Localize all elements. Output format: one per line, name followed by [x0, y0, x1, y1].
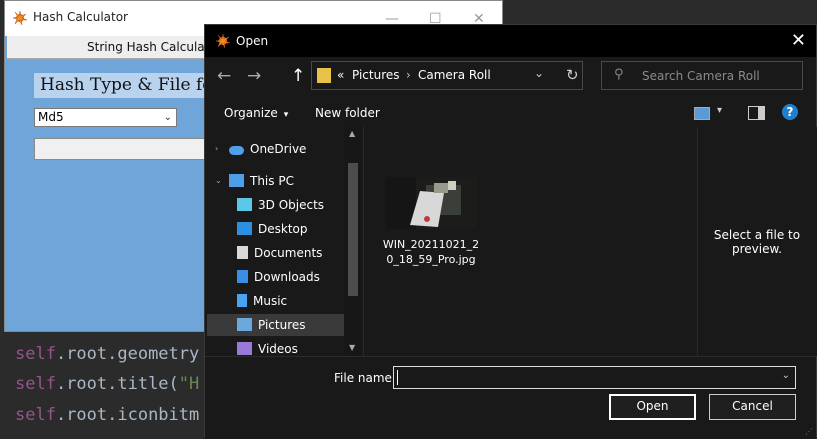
- scroll-down-icon[interactable]: ▼: [349, 343, 355, 352]
- file-path-input[interactable]: [34, 138, 214, 160]
- open-button[interactable]: Open: [609, 394, 696, 420]
- 3d-objects-icon: [237, 198, 252, 211]
- app-feather-icon: [215, 33, 231, 49]
- expand-chevron-icon[interactable]: ⌄: [215, 176, 222, 185]
- new-folder-button[interactable]: New folder: [315, 106, 380, 120]
- code-line: self.root.iconbitm: [15, 405, 200, 425]
- image-thumbnail: [386, 177, 477, 229]
- resize-grip-icon[interactable]: ⋰: [805, 427, 813, 436]
- organize-button[interactable]: Organize ▾: [224, 106, 288, 120]
- refresh-icon[interactable]: ↻: [566, 66, 579, 84]
- hash-window-title: Hash Calculator: [33, 10, 128, 24]
- videos-icon: [237, 342, 252, 355]
- chevron-down-icon[interactable]: ⌄: [782, 370, 790, 381]
- scroll-up-icon[interactable]: ▲: [349, 129, 355, 138]
- breadcrumb-pictures[interactable]: Pictures: [352, 68, 400, 82]
- breadcrumb-camera-roll[interactable]: Camera Roll: [418, 68, 491, 82]
- nav-item-videos[interactable]: Videos: [237, 338, 298, 356]
- caret-down-icon[interactable]: ▾: [717, 105, 722, 116]
- nav-item-this-pc[interactable]: This PC: [229, 170, 294, 192]
- pictures-icon: [237, 318, 252, 331]
- code-line: self.root.title("H: [15, 374, 200, 394]
- this-pc-icon: [229, 174, 244, 187]
- up-arrow-icon[interactable]: ↑: [291, 66, 305, 86]
- dialog-title: Open: [236, 34, 269, 48]
- dialog-footer: File name: ⌄ Open Cancel ⋰: [205, 356, 816, 439]
- app-feather-icon: [12, 10, 28, 26]
- help-icon[interactable]: ?: [782, 104, 798, 120]
- scrollbar-thumb[interactable]: [348, 163, 358, 296]
- search-icon: ⚲: [614, 67, 624, 82]
- breadcrumb-overflow[interactable]: «: [337, 68, 344, 82]
- caret-down-icon: ▾: [283, 110, 289, 120]
- hash-type-select[interactable]: Md5 ⌄: [34, 108, 177, 127]
- nav-item-onedrive[interactable]: OneDrive: [229, 138, 306, 160]
- hash-section-header: Hash Type & File for: [34, 73, 227, 98]
- expand-chevron-icon[interactable]: ›: [215, 144, 218, 153]
- code-line: self.root.geometry: [15, 344, 200, 364]
- music-icon: [237, 294, 247, 307]
- nav-item-desktop[interactable]: Desktop: [237, 218, 308, 240]
- file-name-input[interactable]: ⌄: [393, 366, 796, 389]
- nav-scrollbar[interactable]: ▲ ▼: [345, 127, 361, 356]
- hash-type-value: Md5: [38, 110, 64, 124]
- search-placeholder: Search Camera Roll: [642, 69, 760, 83]
- onedrive-icon: [229, 146, 244, 155]
- dialog-titlebar[interactable]: Open ✕: [205, 25, 816, 57]
- dialog-toolbar: Organize ▾ New folder ▾ ?: [205, 97, 816, 127]
- file-list-pane: WIN_20211021_2 0_18_59_Pro.jpg: [363, 127, 698, 356]
- nav-item-documents[interactable]: Documents: [237, 242, 322, 264]
- address-bar[interactable]: « Pictures › Camera Roll ⌄ ↻: [311, 61, 583, 90]
- nav-item-music[interactable]: Music: [237, 290, 287, 312]
- change-view-icon[interactable]: [694, 107, 710, 120]
- file-name-label: File name:: [334, 371, 396, 385]
- downloads-icon: [237, 270, 248, 283]
- chevron-down-icon[interactable]: ⌄: [534, 66, 544, 80]
- nav-item-3d-objects[interactable]: 3D Objects: [237, 194, 324, 216]
- close-icon[interactable]: ✕: [791, 30, 806, 51]
- nav-item-downloads[interactable]: Downloads: [237, 266, 320, 288]
- preview-message: Select a file to preview.: [713, 228, 801, 256]
- breadcrumb-separator: ›: [406, 68, 411, 82]
- desktop-icon: [237, 222, 252, 235]
- chevron-down-icon: ⌄: [163, 112, 172, 123]
- back-arrow-icon[interactable]: ←: [217, 66, 231, 86]
- file-name-label: WIN_20211021_2 0_18_59_Pro.jpg: [382, 238, 480, 266]
- text-caret: [397, 370, 398, 385]
- documents-icon: [237, 246, 248, 259]
- folder-icon: [317, 68, 331, 83]
- preview-pane: Select a file to preview.: [697, 127, 817, 356]
- search-input[interactable]: ⚲ Search Camera Roll: [601, 61, 803, 90]
- preview-pane-icon[interactable]: [748, 106, 765, 120]
- open-file-dialog: Open ✕ ← → ↑ « Pictures › Camera Roll ⌄ …: [204, 24, 817, 439]
- cancel-button[interactable]: Cancel: [709, 394, 796, 420]
- navigation-pane: › OneDrive ⌄ This PC 3D Objects Desktop …: [205, 127, 363, 356]
- nav-item-pictures[interactable]: Pictures: [207, 314, 344, 336]
- forward-arrow-icon[interactable]: →: [247, 66, 261, 86]
